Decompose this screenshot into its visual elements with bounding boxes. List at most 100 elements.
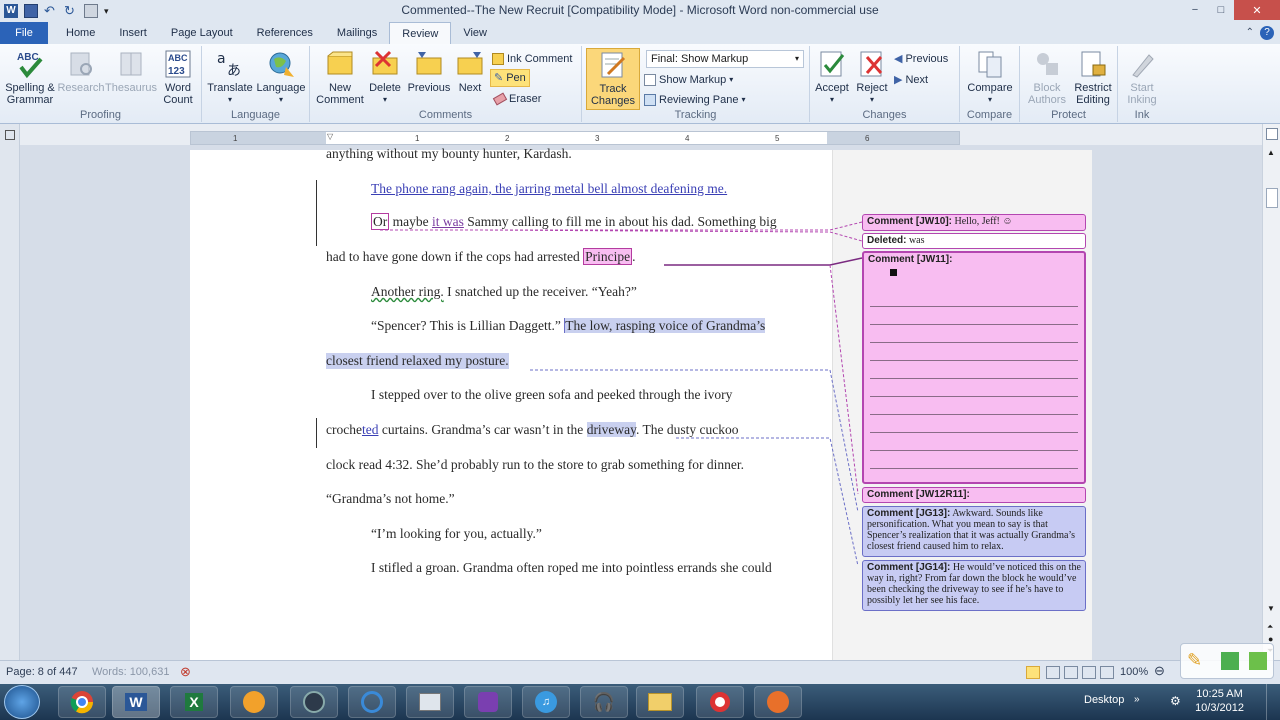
next-comment-button[interactable]: Next bbox=[452, 48, 488, 94]
previous-comment-button[interactable]: Previous bbox=[404, 48, 454, 94]
block-authors-button[interactable]: Block Authors bbox=[1024, 48, 1070, 106]
text-line[interactable]: crocheted curtains. Grandma’s car wasn’t… bbox=[326, 422, 739, 438]
minimize-button[interactable]: − bbox=[1182, 0, 1208, 20]
record-taskbar-icon[interactable] bbox=[696, 686, 744, 718]
deletion-balloon[interactable]: Deleted: was bbox=[862, 233, 1086, 249]
text-line[interactable]: “Spencer? This is Lillian Daggett.” The … bbox=[371, 318, 766, 334]
comment-balloon[interactable]: Comment [JG14]: He would’ve noticed this… bbox=[862, 560, 1086, 611]
reject-button[interactable]: Reject ▾ bbox=[852, 48, 892, 106]
network-tray-icon[interactable]: ⚙ bbox=[1170, 694, 1181, 708]
inserted-text-line[interactable]: The phone rang again, the jarring metal … bbox=[371, 181, 727, 197]
word-count[interactable]: Words: 100,631 bbox=[92, 666, 169, 678]
word-taskbar-icon[interactable]: W bbox=[112, 686, 160, 718]
display-for-review-select[interactable]: Final: Show Markup ▾ bbox=[646, 50, 804, 68]
comment-balloon[interactable]: Comment [JG13]: Awkward. Sounds like per… bbox=[862, 506, 1086, 557]
ink-writing-area[interactable] bbox=[870, 289, 1078, 476]
folder-taskbar-icon[interactable] bbox=[636, 686, 684, 718]
vertical-scrollbar[interactable]: ▲ ▼ ⏶ ● ⏷ bbox=[1262, 124, 1280, 660]
scroll-up-icon[interactable]: ▲ bbox=[1267, 148, 1275, 157]
commented-word[interactable]: Or bbox=[371, 213, 390, 230]
previous-page-icon[interactable]: ⏶ bbox=[1267, 622, 1273, 632]
commented-word[interactable]: Principe bbox=[583, 248, 633, 265]
media-taskbar-icon[interactable] bbox=[290, 686, 338, 718]
text-line[interactable]: Or maybe it was Sammy calling to fill me… bbox=[371, 213, 777, 230]
reviewing-pane-button[interactable]: Reviewing Pane ▾ bbox=[644, 91, 746, 109]
close-button[interactable]: ✕ bbox=[1234, 0, 1280, 20]
tray-expand-icon[interactable]: » bbox=[1134, 694, 1140, 705]
maximize-button[interactable]: □ bbox=[1208, 0, 1234, 20]
proofing-status-icon[interactable]: ⊗ bbox=[180, 664, 191, 680]
help-icon[interactable]: ? bbox=[1260, 26, 1274, 40]
system-clock[interactable]: 10:25 AM 10/3/2012 bbox=[1195, 687, 1244, 715]
commented-text-line[interactable]: closest friend relaxed my posture. bbox=[326, 353, 509, 369]
new-comment-button[interactable]: New Comment bbox=[314, 48, 366, 106]
tab-mailings[interactable]: Mailings bbox=[325, 22, 389, 44]
tab-view[interactable]: View bbox=[451, 22, 499, 44]
previous-change-button[interactable]: ◀ Previous bbox=[894, 50, 948, 68]
firefox-taskbar-icon[interactable] bbox=[754, 686, 802, 718]
headphones-taskbar-icon[interactable]: 🎧 bbox=[580, 686, 628, 718]
pen-button[interactable]: ✎ Pen bbox=[490, 69, 530, 87]
scroll-down-icon[interactable]: ▼ bbox=[1267, 604, 1275, 613]
view-web-layout-icon[interactable] bbox=[1064, 666, 1078, 679]
commented-word[interactable]: driveway bbox=[586, 422, 637, 437]
view-draft-icon[interactable] bbox=[1100, 666, 1114, 679]
tab-page-layout[interactable]: Page Layout bbox=[159, 22, 245, 44]
next-change-button[interactable]: ▶ Next bbox=[894, 71, 928, 89]
text-line[interactable]: Another ring. I snatched up the receiver… bbox=[371, 284, 637, 300]
text-line[interactable]: “Grandma’s not home.” bbox=[326, 491, 455, 507]
eraser-button[interactable]: Eraser bbox=[492, 90, 541, 108]
tab-review[interactable]: Review bbox=[389, 22, 452, 44]
thesaurus-button[interactable]: Thesaurus bbox=[104, 48, 158, 94]
app-taskbar-icon[interactable] bbox=[230, 686, 278, 718]
show-markup-button[interactable]: Show Markup ▾ bbox=[644, 71, 733, 89]
delete-comment-button[interactable]: Delete ▾ bbox=[364, 48, 406, 106]
commented-text[interactable]: The low, rasping voice of Grandma’s bbox=[564, 318, 766, 333]
text-line[interactable]: had to have gone down if the cops had ar… bbox=[326, 248, 636, 265]
text-line[interactable]: “I’m looking for you, actually.” bbox=[371, 526, 542, 542]
inserted-text[interactable]: it was bbox=[432, 214, 464, 229]
indent-marker-icon[interactable]: ▽ bbox=[327, 132, 333, 141]
ribbon-minimize-icon[interactable]: ⌃ bbox=[1246, 27, 1254, 38]
pen-tool-overlay[interactable]: ✎ bbox=[1180, 643, 1274, 679]
chrome-taskbar-icon[interactable] bbox=[58, 686, 106, 718]
ink-comment-button[interactable]: Ink Comment bbox=[492, 50, 572, 68]
tab-home[interactable]: Home bbox=[54, 22, 107, 44]
scroll-thumb[interactable] bbox=[1266, 188, 1278, 208]
horizontal-ruler[interactable]: 1 1 2 3 4 5 6 ▽ bbox=[190, 131, 960, 145]
desktop-toolbar-label[interactable]: Desktop bbox=[1084, 694, 1124, 706]
view-ruler-icon[interactable] bbox=[1266, 128, 1278, 140]
track-changes-button[interactable]: Track Changes bbox=[586, 48, 640, 110]
start-inking-button[interactable]: Start Inking bbox=[1120, 48, 1164, 106]
comment-balloon[interactable]: Comment [JW12R11]: bbox=[862, 487, 1086, 503]
view-print-layout-icon[interactable] bbox=[1026, 666, 1040, 679]
tab-insert[interactable]: Insert bbox=[107, 22, 159, 44]
comment-balloon[interactable]: Comment [JW10]: Hello, Jeff! ☺ bbox=[862, 214, 1086, 231]
research-button[interactable]: Research bbox=[56, 48, 106, 94]
view-full-screen-icon[interactable] bbox=[1046, 666, 1060, 679]
translate-button[interactable]: aあ Translate ▾ bbox=[204, 48, 256, 106]
page-count[interactable]: Page: 8 of 447 bbox=[6, 666, 78, 678]
text-line[interactable]: anything without my bounty hunter, Karda… bbox=[326, 146, 572, 162]
restrict-editing-button[interactable]: Restrict Editing bbox=[1070, 48, 1116, 106]
ink-comment-balloon[interactable]: Comment [JW11]: bbox=[862, 251, 1086, 484]
itunes-taskbar-icon[interactable]: ♫ bbox=[522, 686, 570, 718]
inserted-text[interactable]: ted bbox=[362, 422, 379, 437]
zoom-out-icon[interactable]: ⊖ bbox=[1154, 663, 1165, 679]
spelling-grammar-button[interactable]: ABC Spelling & Grammar bbox=[2, 48, 58, 106]
excel-taskbar-icon[interactable]: X bbox=[170, 686, 218, 718]
window-taskbar-icon[interactable] bbox=[406, 686, 454, 718]
language-button[interactable]: Language ▾ bbox=[254, 48, 308, 106]
zoom-level[interactable]: 100% bbox=[1120, 666, 1148, 678]
word-count-button[interactable]: ABC 123 Word Count bbox=[156, 48, 200, 106]
wizard-taskbar-icon[interactable] bbox=[464, 686, 512, 718]
show-desktop-button[interactable] bbox=[1266, 684, 1280, 720]
view-outline-icon[interactable] bbox=[1082, 666, 1096, 679]
text-line[interactable]: clock read 4:32. She’d probably run to t… bbox=[326, 457, 744, 473]
text-line[interactable]: I stepped over to the olive green sofa a… bbox=[371, 387, 732, 403]
tab-references[interactable]: References bbox=[245, 22, 325, 44]
text-line[interactable]: I stifled a groan. Grandma often roped m… bbox=[371, 560, 772, 576]
tab-selector-icon[interactable] bbox=[5, 130, 15, 140]
tab-file[interactable]: File bbox=[0, 22, 48, 44]
swirl-taskbar-icon[interactable] bbox=[348, 686, 396, 718]
